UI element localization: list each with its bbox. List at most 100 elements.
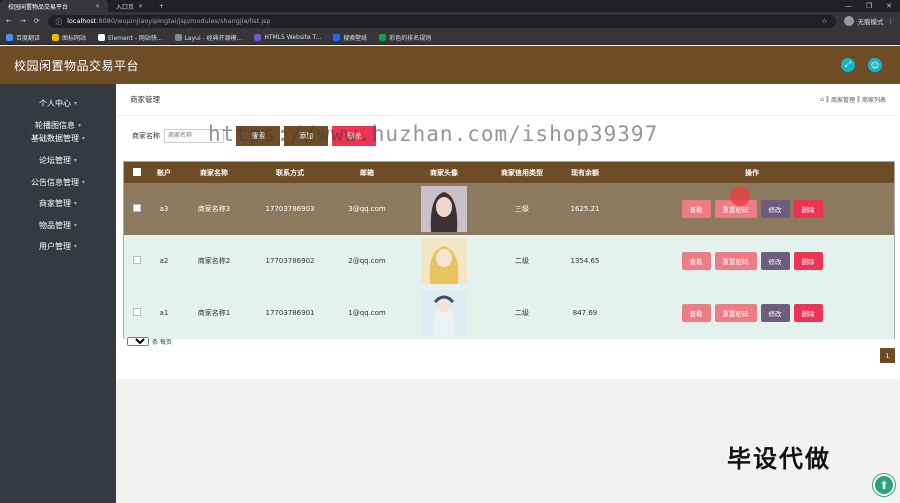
row-checkbox[interactable]	[133, 204, 141, 212]
delete-row-button[interactable]: 删除	[793, 252, 823, 270]
row-checkbox[interactable]	[133, 256, 141, 264]
fullscreen-icon[interactable]: ⤢	[841, 58, 855, 72]
overlay-caption: 毕设代做	[727, 445, 831, 473]
bookmark-label: 图标网站	[62, 34, 87, 42]
delete-row-button[interactable]: 删除	[793, 200, 823, 218]
reload-icon[interactable]: ⟳	[34, 17, 40, 25]
bookmark[interactable]: 百度翻译	[6, 33, 40, 42]
bookmark-label: 彩色的排名规则	[389, 34, 432, 42]
bookmark[interactable]: 图标网站	[52, 33, 86, 42]
cell-account: a2	[159, 257, 169, 265]
sidebar-item-label: 商家管理	[38, 199, 71, 209]
cell-balance: 1625.21	[570, 205, 600, 213]
cell-phone: 17703786901	[265, 309, 315, 317]
view-button[interactable]: 查看	[681, 200, 711, 218]
back-icon[interactable]: ←	[6, 17, 12, 25]
col-credit: 商家信用类型	[501, 168, 543, 177]
star-icon[interactable]: ☆	[822, 17, 828, 25]
reset-password-button[interactable]: 重置密码	[714, 252, 757, 270]
bookmark[interactable]: HTML5 Website T...	[254, 33, 322, 41]
tab-label: 校园闲置物品交易平台	[8, 3, 69, 11]
pagination-current-page[interactable]: 1	[880, 348, 895, 363]
reset-password-button[interactable]: 重置密码	[714, 304, 757, 322]
sidebar-item-merchant[interactable]: 商家管理 ▾	[0, 193, 116, 215]
user-icon[interactable]: ☺	[868, 58, 882, 72]
cell-email: 3@qq.com	[348, 205, 386, 213]
new-tab-button[interactable]: +	[151, 0, 172, 12]
close-window-icon[interactable]: ✕	[886, 2, 892, 10]
col-balance: 现有余额	[571, 168, 599, 177]
cell-name: 商家名称2	[197, 257, 231, 265]
bookmark-icon	[174, 33, 182, 41]
info-icon: ⓘ	[55, 18, 63, 26]
incognito-icon	[843, 16, 854, 26]
app-header: 校园闲置物品交易平台 ⤢ ☺	[0, 46, 900, 84]
forward-icon[interactable]: →	[20, 17, 26, 25]
tab-secondary[interactable]: 入口页 ✕	[108, 0, 151, 12]
page-size-control: 10 条 每页	[127, 337, 172, 346]
view-button[interactable]: 查看	[681, 304, 711, 322]
sidebar-item-label: 物品管理	[38, 220, 71, 230]
bookmark-label: 搜索壁纸	[343, 34, 368, 42]
merchant-avatar	[421, 238, 467, 284]
edit-button[interactable]: 修改	[760, 200, 790, 218]
col-operations: 操作	[745, 168, 759, 177]
main-content: 商家管理 ⌂‖ 商家管理‖ 商家列表 商家名称 搜索 添加 删除 https:/…	[116, 84, 900, 503]
select-all-checkbox[interactable]	[133, 167, 141, 176]
cell-balance: 847.69	[572, 309, 598, 317]
search-button[interactable]: 搜索	[236, 126, 280, 146]
cell-email: 2@qq.com	[348, 257, 386, 265]
bookmark[interactable]: Layui - 经典开源模...	[174, 33, 242, 42]
minimize-icon[interactable]: —	[845, 2, 852, 10]
add-button[interactable]: 添加	[284, 126, 328, 146]
sidebar-item-label: 个人中心	[38, 99, 71, 109]
bookmark-label: 百度翻译	[16, 34, 41, 42]
close-icon[interactable]: ✕	[138, 3, 143, 10]
sidebar: 个人中心 ▾ 轮播图信息 ▾ 基础数据管理 ▾ 论坛管理 ▾ 公告信息管理 ▾ 商家管理 ▾…	[0, 84, 116, 503]
bookmark[interactable]: 搜索壁纸	[333, 33, 367, 42]
bookmark[interactable]: 彩色的排名规则	[379, 33, 431, 42]
tab-label: 入口页	[116, 3, 135, 11]
page-title: 商家管理	[130, 95, 160, 104]
col-account: 账户	[157, 168, 171, 177]
search-row: 商家名称 搜索 添加 删除	[132, 126, 376, 146]
url-field[interactable]: ⓘ localhost:8080/wupinjiaoyipingtai/jsp/…	[47, 14, 836, 28]
chevron-down-icon: ▾	[81, 178, 85, 186]
sidebar-item-goods[interactable]: 物品管理 ▾	[0, 215, 116, 237]
home-icon[interactable]: ⌂	[820, 96, 824, 103]
view-button[interactable]: 查看	[681, 252, 711, 270]
row-checkbox[interactable]	[133, 308, 141, 316]
cell-phone: 17703786902	[265, 257, 315, 265]
delete-row-button[interactable]: 删除	[793, 304, 823, 322]
sidebar-item-personal-center[interactable]: 个人中心 ▾	[0, 93, 116, 115]
sidebar-item-forum[interactable]: 论坛管理 ▾	[0, 150, 116, 172]
close-icon[interactable]: ✕	[95, 3, 100, 10]
edit-button[interactable]: 修改	[760, 252, 790, 270]
page-size-select[interactable]: 10	[127, 337, 149, 346]
cell-account: a3	[159, 205, 169, 213]
sidebar-item-user[interactable]: 用户管理 ▾	[0, 236, 116, 258]
sidebar-item-base-data[interactable]: 基础数据管理 ▾	[0, 128, 116, 150]
tab-active[interactable]: 校园闲置物品交易平台 ✕	[0, 0, 108, 12]
sidebar-item-notice[interactable]: 公告信息管理 ▾	[0, 171, 116, 193]
col-email: 邮箱	[360, 168, 374, 177]
menu-icon[interactable]: ⋮	[888, 17, 895, 25]
cell-phone: 17703786903	[265, 205, 315, 213]
bookmark-label: HTML5 Website T...	[264, 33, 322, 41]
breadcrumb-item[interactable]: 商家管理	[831, 95, 855, 104]
table-row: a3 商家名称3 17703786903 3@qq.com 三级 1625.21…	[124, 183, 894, 235]
edit-button[interactable]: 修改	[760, 304, 790, 322]
search-input[interactable]	[164, 129, 224, 143]
sidebar-item-label: 论坛管理	[38, 156, 71, 166]
url-path: :8080/wupinjiaoyipingtai/jsp/modules/sha…	[96, 17, 271, 25]
profile-button[interactable]: 无痕模式 ⋮	[843, 16, 895, 26]
url-host: localhost	[67, 17, 97, 25]
page-size-label: 条 每页	[152, 339, 172, 346]
bookmark-icon	[98, 33, 106, 41]
back-to-top-icon[interactable]: ⬆	[873, 474, 895, 496]
bookmark[interactable]: Element - 网站快...	[98, 33, 163, 42]
maximize-icon[interactable]: ❐	[866, 2, 872, 10]
breadcrumb-bar: 商家管理 ⌂ ‖ 商家管理 ‖ 商家列表	[116, 84, 900, 116]
merchant-avatar	[421, 290, 467, 336]
delete-button[interactable]: 删除	[332, 126, 376, 146]
